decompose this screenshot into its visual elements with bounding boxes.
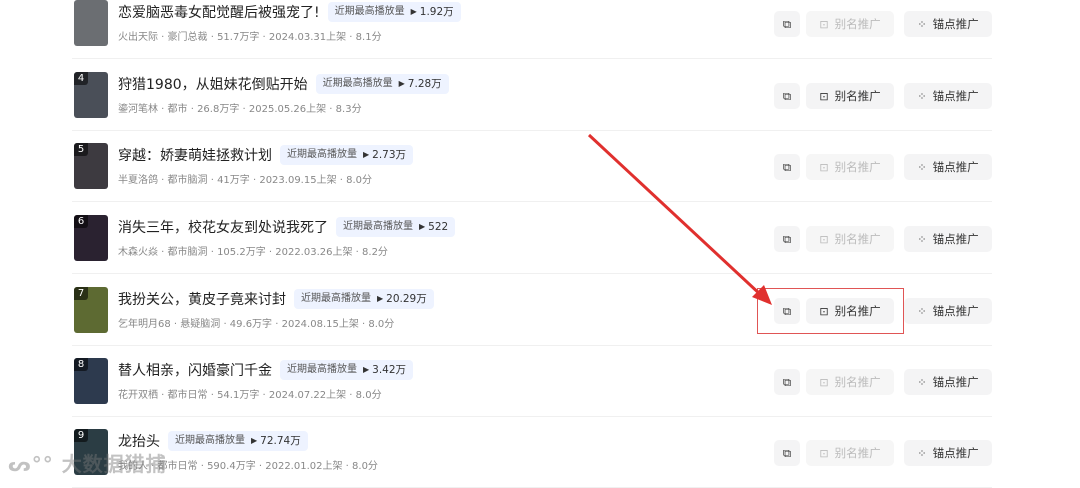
annotation-arrow	[587, 133, 772, 305]
watermark-logo-icon: ᔕ°°	[8, 452, 54, 476]
watermark: ᔕ°° 大数据猎捕	[8, 448, 167, 477]
watermark-text: 大数据猎捕	[61, 452, 167, 476]
